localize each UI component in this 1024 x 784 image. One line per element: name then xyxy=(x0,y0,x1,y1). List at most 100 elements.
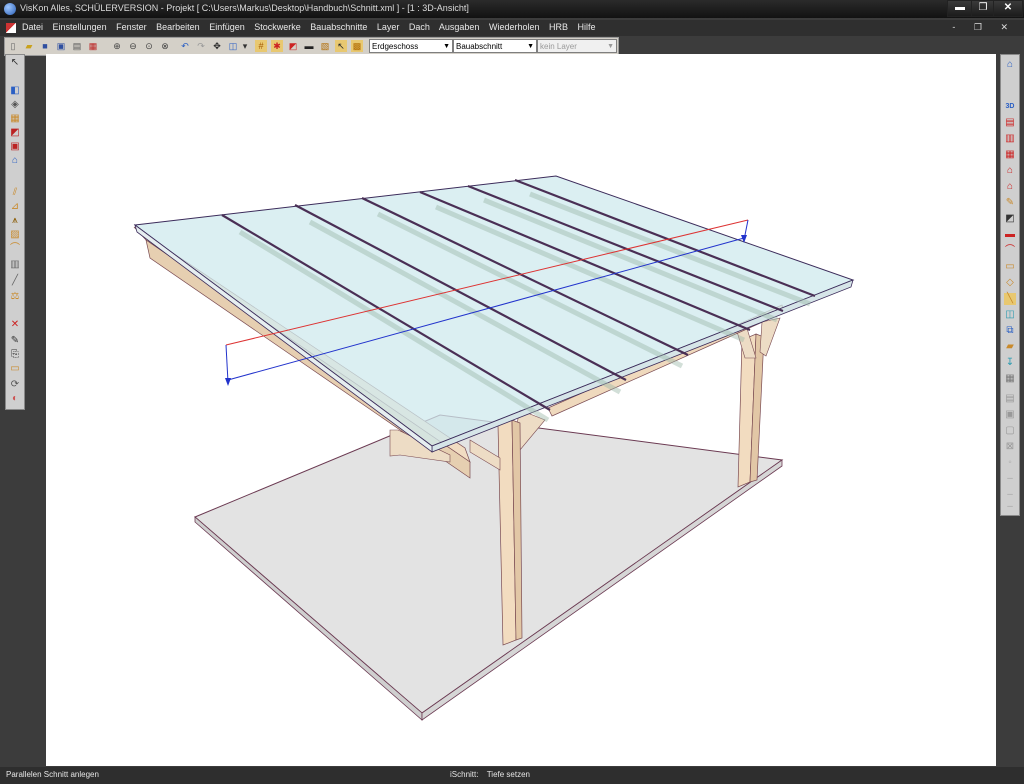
status-action: Tiefe setzen xyxy=(486,770,530,779)
menu-hrb[interactable]: HRB xyxy=(549,22,568,32)
material-icon[interactable]: ▧ xyxy=(319,40,331,52)
grid-icon[interactable]: # xyxy=(255,40,267,52)
brace xyxy=(759,317,781,357)
right-toolbar: ⌂ 3D ▤ ▥ ▦ ⌂ ⌂ ✎ ◩ ▬ ⌒ ▭ ◇ ╲ ◫ ⧉ ▰ ↧ ▦ ▤… xyxy=(1000,54,1020,516)
section-select-value: Bauabschnitt xyxy=(456,42,503,51)
undo-icon[interactable]: ↶ xyxy=(179,40,191,52)
page-icon[interactable]: ▤ xyxy=(1004,393,1016,405)
tag-icon[interactable]: ◇ xyxy=(1004,277,1016,289)
menu-bar: Datei Einstellungen Fenster Bearbeiten E… xyxy=(0,20,1024,36)
print-preview-icon[interactable]: ▦ xyxy=(87,40,99,52)
menu-hilfe[interactable]: Hilfe xyxy=(578,22,596,32)
rafter-tool-icon[interactable]: ⊿ xyxy=(9,201,21,213)
menu-datei[interactable]: Datei xyxy=(22,22,43,32)
copy-tool-icon[interactable]: ⎘ xyxy=(9,349,21,361)
wall-tool-icon[interactable]: ◧ xyxy=(9,85,21,97)
status-bar: Parallelen Schnitt anlegen iSchnitt: Tie… xyxy=(0,767,1024,784)
roof-view-icon[interactable]: ⌂ xyxy=(1004,165,1016,177)
title-bar: VisKon Alles, SCHÜLERVERSION - Projekt [… xyxy=(0,0,1024,18)
bed-icon[interactable]: ▬ xyxy=(1004,229,1016,241)
delete-tool-icon[interactable]: ✕ xyxy=(9,319,21,331)
menu-bearbeiten[interactable]: Bearbeiten xyxy=(156,22,200,32)
room-tool-icon[interactable]: ▣ xyxy=(9,141,21,153)
render-icon[interactable]: ◩ xyxy=(1004,213,1016,225)
mdi-window-controls[interactable]: - ❐ ✕ xyxy=(952,22,1016,33)
rotate-tool-icon[interactable]: ⟳ xyxy=(9,379,21,391)
menu-einfuegen[interactable]: Einfügen xyxy=(209,22,245,32)
disabled-line-icon: – xyxy=(1007,473,1013,484)
move-tool-icon[interactable]: ✎ xyxy=(9,335,21,347)
box-icon[interactable]: ◫ xyxy=(1004,309,1016,321)
disabled-line-icon: – xyxy=(1007,501,1013,512)
elevation-view-icon[interactable]: ⌂ xyxy=(1004,181,1016,193)
grid-view-icon[interactable]: ▦ xyxy=(1004,373,1016,385)
house-view-icon[interactable]: ⌂ xyxy=(1004,59,1016,71)
menu-bauabschnitte[interactable]: Bauabschnitte xyxy=(310,22,367,32)
page-copy-icon[interactable]: ▣ xyxy=(1004,409,1016,421)
redo-icon[interactable]: ↷ xyxy=(195,40,207,52)
3d-viewport[interactable] xyxy=(46,54,996,766)
color-icon[interactable]: ◩ xyxy=(287,40,299,52)
zoom-window-icon[interactable]: ⊙ xyxy=(143,40,155,52)
zoom-out-icon[interactable]: ⊖ xyxy=(127,40,139,52)
section-view-icon[interactable]: ▦ xyxy=(1004,149,1016,161)
house-tool-icon[interactable]: ⌂ xyxy=(9,155,21,167)
floor-plan-icon[interactable]: ▤ xyxy=(1004,117,1016,129)
document-icon[interactable] xyxy=(6,23,16,33)
pan-icon[interactable]: ✥ xyxy=(211,40,223,52)
zoom-all-icon[interactable]: ⊗ xyxy=(159,40,171,52)
measure-icon[interactable]: ↧ xyxy=(1004,357,1016,369)
clone-icon[interactable]: ⧉ xyxy=(1004,325,1016,337)
zoom-in-icon[interactable]: ⊕ xyxy=(111,40,123,52)
mirror-tool-icon[interactable]: ◐ xyxy=(9,393,21,405)
pointer-icon[interactable]: ↖ xyxy=(9,57,21,69)
line-tool-icon[interactable]: ╱ xyxy=(9,275,21,287)
page-x-icon[interactable]: ⊠ xyxy=(1004,441,1016,453)
menu-fenster[interactable]: Fenster xyxy=(116,22,147,32)
save-as-icon[interactable]: ▣ xyxy=(55,40,67,52)
chevron-down-icon: ▼ xyxy=(607,43,614,50)
layer-palette-icon[interactable]: ▬ xyxy=(303,40,315,52)
stair-tool-icon[interactable]: ▥ xyxy=(9,259,21,271)
open-folder-icon[interactable]: ▰ xyxy=(23,40,35,52)
menu-ausgaben[interactable]: Ausgaben xyxy=(439,22,480,32)
window-title: VisKon Alles, SCHÜLERVERSION - Projekt [… xyxy=(20,3,469,13)
minimize-button[interactable]: ▬ xyxy=(947,0,973,17)
wall-view-icon[interactable]: ▥ xyxy=(1004,133,1016,145)
page-blank-icon[interactable]: ▢ xyxy=(1004,425,1016,437)
block-tool-icon[interactable]: ▨ xyxy=(9,229,21,241)
view-dropdown-icon[interactable]: ▾ xyxy=(239,40,251,52)
folder-icon[interactable]: ▰ xyxy=(1004,341,1016,353)
properties-icon[interactable]: ▩ xyxy=(351,40,363,52)
arch-view-icon[interactable]: ⌒ xyxy=(1004,245,1016,257)
truss-tool-icon[interactable]: ⩚ xyxy=(9,215,21,227)
menu-dach[interactable]: Dach xyxy=(409,22,430,32)
menu-layer[interactable]: Layer xyxy=(377,22,400,32)
beam-tool-icon[interactable]: ⫽ xyxy=(9,187,21,199)
dimension-tool-icon[interactable]: ▭ xyxy=(9,363,21,375)
arch-tool-icon[interactable]: ⌒ xyxy=(9,243,21,255)
menu-stockwerke[interactable]: Stockwerke xyxy=(254,22,301,32)
paper-icon[interactable]: ▭ xyxy=(1004,261,1016,273)
menu-einstellungen[interactable]: Einstellungen xyxy=(53,22,107,32)
door-tool-icon[interactable]: ◩ xyxy=(9,127,21,139)
print-icon[interactable]: ▤ xyxy=(71,40,83,52)
save-icon[interactable]: ■ xyxy=(39,40,51,52)
menu-wiederholen[interactable]: Wiederholen xyxy=(489,22,540,32)
layers-tool-icon[interactable]: ◈ xyxy=(9,99,21,111)
section-select[interactable]: Bauabschnitt ▼ xyxy=(453,39,537,53)
new-file-icon[interactable]: ▯ xyxy=(7,40,19,52)
snap-icon[interactable]: ✱ xyxy=(271,40,283,52)
cut-line-icon[interactable]: ╲ xyxy=(1004,293,1016,305)
pencil-icon[interactable]: ✎ xyxy=(1004,197,1016,209)
maximize-button[interactable]: ❐ xyxy=(971,0,995,17)
view-3d-icon[interactable]: 3D xyxy=(1004,101,1016,113)
floor-select[interactable]: Erdgeschoss ▼ xyxy=(369,39,453,53)
measure-tool-icon[interactable]: ⚖ xyxy=(9,291,21,303)
layer-select[interactable]: kein Layer ▼ xyxy=(537,39,617,53)
window-tool-icon[interactable]: ▦ xyxy=(9,113,21,125)
close-button[interactable]: ✕ xyxy=(993,0,1023,17)
layer-select-value: kein Layer xyxy=(540,42,577,51)
select-arrow-icon[interactable]: ↖ xyxy=(335,40,347,52)
view-cube-icon[interactable]: ◫ xyxy=(227,40,239,52)
